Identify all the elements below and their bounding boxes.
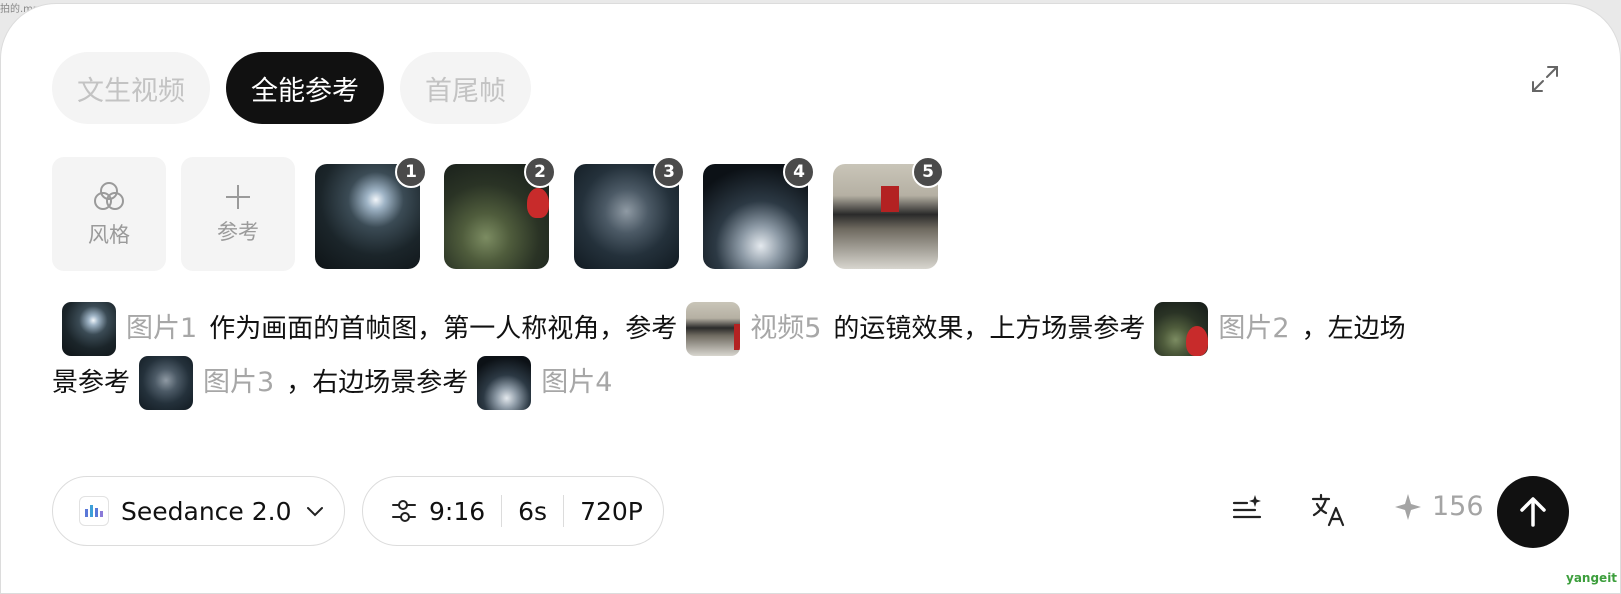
model-logo-icon — [79, 496, 109, 526]
model-name: Seedance 2.0 — [121, 496, 292, 526]
tab-omni-reference[interactable]: 全能参考 — [226, 52, 384, 124]
model-selector[interactable]: Seedance 2.0 — [52, 476, 345, 546]
prompt-segment: ，左边场 — [1301, 314, 1406, 344]
chevron-down-icon — [306, 507, 323, 517]
prompt-segment: ，右边场景参考 — [286, 368, 469, 398]
list-sparkle-icon[interactable] — [1231, 493, 1263, 529]
duration-value: 6s — [518, 496, 548, 526]
inline-thumb-video5 — [686, 302, 741, 356]
style-label: 风格 — [88, 223, 130, 247]
sliders-icon — [392, 500, 416, 522]
generation-settings[interactable]: 9:16 6s 720P — [362, 476, 664, 546]
tab-first-last-frame[interactable]: 首尾帧 — [400, 52, 531, 124]
add-reference-button[interactable]: 参考 — [181, 157, 295, 271]
inline-thumb-image4 — [477, 356, 532, 410]
watermark: yangeit — [1566, 571, 1618, 585]
send-button[interactable] — [1497, 476, 1569, 548]
reference-tag-video5[interactable]: 视频5 — [750, 302, 821, 356]
thumbnail-badge: 5 — [912, 156, 944, 188]
divider — [563, 495, 565, 527]
reference-tag-image2[interactable]: 图片2 — [1218, 302, 1289, 356]
prompt-composer-card: 文生视频 全能参考 首尾帧 风格 参考 1 2 3 4 5 图片1 作为画面的首… — [0, 3, 1621, 594]
resolution-value: 720P — [580, 496, 643, 526]
thumbnail-badge: 1 — [395, 156, 427, 188]
credits-count: 156 — [1432, 491, 1484, 522]
prompt-segment: 的运镜效果，上方场景参考 — [833, 314, 1146, 344]
prompt-segment: 景参考 — [52, 368, 131, 398]
plus-icon — [226, 185, 250, 209]
circles-icon — [94, 182, 124, 210]
reference-tag-image4[interactable]: 图片4 — [541, 356, 612, 410]
tab-text-to-video[interactable]: 文生视频 — [52, 52, 210, 124]
credits-display: 156 — [1394, 491, 1484, 522]
arrow-up-icon — [1520, 497, 1546, 527]
thumbnail-badge: 2 — [524, 156, 556, 188]
thumbnail-badge: 4 — [783, 156, 815, 188]
mode-tabs: 文生视频 全能参考 首尾帧 — [52, 52, 531, 124]
reference-tag-image1[interactable]: 图片1 — [126, 302, 197, 356]
reference-label: 参考 — [217, 220, 259, 244]
spark-icon — [1395, 493, 1421, 520]
prompt-segment: 作为画面的首帧图，第一人称视角，参考 — [209, 314, 678, 344]
aspect-ratio-value: 9:16 — [429, 496, 486, 526]
inline-thumb-image2 — [1154, 302, 1209, 356]
inline-thumb-image1 — [62, 302, 116, 356]
reference-tag-image3[interactable]: 图片3 — [203, 356, 274, 410]
thumbnail-badge: 3 — [653, 156, 685, 188]
prompt-text-area[interactable]: 图片1 作为画面的首帧图，第一人称视角，参考 视频5 的运镜效果，上方场景参考 … — [52, 302, 1552, 410]
translate-icon[interactable] — [1311, 492, 1347, 532]
divider — [501, 495, 503, 527]
style-button[interactable]: 风格 — [52, 157, 166, 271]
inline-thumb-image3 — [139, 356, 194, 410]
expand-icon[interactable] — [1529, 63, 1561, 95]
